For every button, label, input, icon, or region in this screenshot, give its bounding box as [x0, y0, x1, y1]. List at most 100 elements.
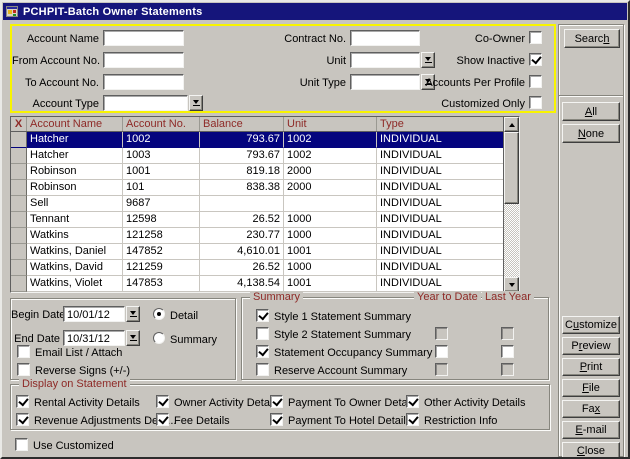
cell-balance[interactable]: 793.67	[200, 132, 284, 148]
cell-account-no[interactable]: 147852	[123, 244, 200, 260]
row-selector-cell[interactable]	[11, 260, 27, 276]
cell-unit[interactable]: 1002	[284, 132, 377, 148]
customized-only-label[interactable]: Customized Only	[342, 97, 525, 111]
cell-account-no[interactable]: 12598	[123, 212, 200, 228]
table-row[interactable]: Watkins, Violet 147853 4,138.54 1001 IND…	[11, 276, 503, 292]
column-header-type[interactable]: Type	[377, 117, 503, 131]
restriction-info-checkbox[interactable]	[406, 413, 419, 426]
column-header-unit[interactable]: Unit	[284, 117, 377, 131]
style2-statement-summary-label[interactable]: Style 2 Statement Summary	[274, 328, 411, 342]
style2-lastyear-checkbox[interactable]	[501, 327, 514, 340]
email-list-attach-checkbox[interactable]	[17, 345, 30, 358]
cell-account-name[interactable]: Robinson	[27, 180, 123, 196]
use-customized-checkbox[interactable]	[15, 438, 28, 451]
table-row[interactable]: Robinson 1001 819.18 2000 INDIVIDUAL	[11, 164, 503, 180]
payment-to-hotel-details-checkbox[interactable]	[270, 413, 283, 426]
account-name-input[interactable]	[103, 30, 184, 46]
table-row[interactable]: Robinson 101 838.38 2000 INDIVIDUAL	[11, 180, 503, 196]
row-selector-cell[interactable]	[11, 276, 27, 292]
cell-account-no[interactable]: 1002	[123, 132, 200, 148]
print-button[interactable]: Print	[562, 358, 620, 376]
cell-account-name[interactable]: Hatcher	[27, 132, 123, 148]
reverse-signs-checkbox[interactable]	[17, 363, 30, 376]
table-row[interactable]: Watkins, David 121259 26.52 1000 INDIVID…	[11, 260, 503, 276]
row-selector-cell[interactable]	[11, 212, 27, 228]
table-row[interactable]: Tennant 12598 26.52 1000 INDIVIDUAL	[11, 212, 503, 228]
owner-activity-details-checkbox[interactable]	[156, 395, 169, 408]
show-inactive-checkbox[interactable]	[529, 53, 542, 66]
select-all-button[interactable]: All	[562, 102, 620, 121]
cell-unit[interactable]: 2000	[284, 164, 377, 180]
payment-to-hotel-details-label[interactable]: Payment To Hotel Details	[288, 414, 411, 428]
style1-statement-summary-label[interactable]: Style 1 Statement Summary	[274, 310, 411, 324]
row-selector-cell[interactable]	[11, 132, 27, 148]
table-row[interactable]: Watkins 121258 230.77 1000 INDIVIDUAL	[11, 228, 503, 244]
fee-details-checkbox[interactable]	[156, 413, 169, 426]
cell-unit[interactable]	[284, 196, 377, 212]
cell-balance[interactable]: 26.52	[200, 260, 284, 276]
end-date-dropdown-button[interactable]	[126, 330, 140, 346]
cell-balance[interactable]: 838.38	[200, 180, 284, 196]
cell-type[interactable]: INDIVIDUAL	[377, 132, 503, 148]
row-selector-cell[interactable]	[11, 180, 27, 196]
style2-ytd-checkbox[interactable]	[435, 327, 448, 340]
cell-type[interactable]: INDIVIDUAL	[377, 228, 503, 244]
select-none-button[interactable]: None	[562, 124, 620, 143]
customize-button[interactable]: Customize	[562, 316, 620, 334]
column-header-account-name[interactable]: Account Name	[27, 117, 123, 131]
cell-type[interactable]: INDIVIDUAL	[377, 148, 503, 164]
cell-balance[interactable]: 230.77	[200, 228, 284, 244]
row-selector-cell[interactable]	[11, 228, 27, 244]
cell-balance[interactable]: 4,610.01	[200, 244, 284, 260]
from-account-no-input[interactable]	[103, 52, 184, 68]
style2-statement-summary-checkbox[interactable]	[256, 327, 269, 340]
cell-balance[interactable]: 26.52	[200, 212, 284, 228]
file-button[interactable]: File	[562, 379, 620, 397]
detail-radio[interactable]	[153, 308, 165, 320]
use-customized-label[interactable]: Use Customized	[33, 439, 114, 453]
search-button[interactable]: Search	[564, 29, 620, 48]
payment-to-owner-details-checkbox[interactable]	[270, 395, 283, 408]
cell-type[interactable]: INDIVIDUAL	[377, 244, 503, 260]
cell-account-no[interactable]: 9687	[123, 196, 200, 212]
cell-account-name[interactable]: Watkins	[27, 228, 123, 244]
cell-type[interactable]: INDIVIDUAL	[377, 212, 503, 228]
cell-account-name[interactable]: Watkins, Violet	[27, 276, 123, 292]
column-header-account-no[interactable]: Account No.	[123, 117, 200, 131]
to-account-no-input[interactable]	[103, 74, 184, 90]
reverse-signs-label[interactable]: Reverse Signs (+/-)	[35, 364, 130, 378]
reserve-ytd-checkbox[interactable]	[435, 363, 448, 376]
detail-radio-label[interactable]: Detail	[170, 309, 198, 323]
cell-balance[interactable]: 819.18	[200, 164, 284, 180]
accounts-per-profile-label[interactable]: Accounts Per Profile	[342, 76, 525, 90]
cell-account-no[interactable]: 1003	[123, 148, 200, 164]
cell-account-name[interactable]: Robinson	[27, 164, 123, 180]
cell-account-no[interactable]: 121259	[123, 260, 200, 276]
cell-type[interactable]: INDIVIDUAL	[377, 196, 503, 212]
occupancy-ytd-checkbox[interactable]	[435, 345, 448, 358]
statement-occupancy-summary-label[interactable]: Statement Occupancy Summary	[274, 346, 432, 360]
row-selector-cell[interactable]	[11, 164, 27, 180]
cell-account-name[interactable]: Hatcher	[27, 148, 123, 164]
summary-radio[interactable]	[153, 332, 165, 344]
payment-to-owner-details-label[interactable]: Payment To Owner Details	[288, 396, 418, 410]
cell-unit[interactable]: 1002	[284, 148, 377, 164]
cell-type[interactable]: INDIVIDUAL	[377, 260, 503, 276]
customized-only-checkbox[interactable]	[529, 96, 542, 109]
cell-unit[interactable]: 1001	[284, 276, 377, 292]
row-selector-cell[interactable]	[11, 196, 27, 212]
end-date-input[interactable]: 10/31/12	[63, 330, 125, 346]
cell-balance[interactable]: 793.67	[200, 148, 284, 164]
restriction-info-label[interactable]: Restriction Info	[424, 414, 497, 428]
column-header-balance[interactable]: Balance	[200, 117, 284, 131]
table-vertical-scrollbar[interactable]	[503, 117, 519, 292]
cell-unit[interactable]: 1000	[284, 212, 377, 228]
title-bar[interactable]: PCHPIT-Batch Owner Statements	[3, 3, 627, 20]
co-owner-label[interactable]: Co-Owner	[342, 32, 525, 46]
row-selector-cell[interactable]	[11, 148, 27, 164]
cell-account-name[interactable]: Watkins, David	[27, 260, 123, 276]
cell-type[interactable]: INDIVIDUAL	[377, 180, 503, 196]
occupancy-lastyear-checkbox[interactable]	[501, 345, 514, 358]
email-list-attach-label[interactable]: Email List / Attach	[35, 346, 122, 360]
fee-details-label[interactable]: Fee Details	[174, 414, 230, 428]
